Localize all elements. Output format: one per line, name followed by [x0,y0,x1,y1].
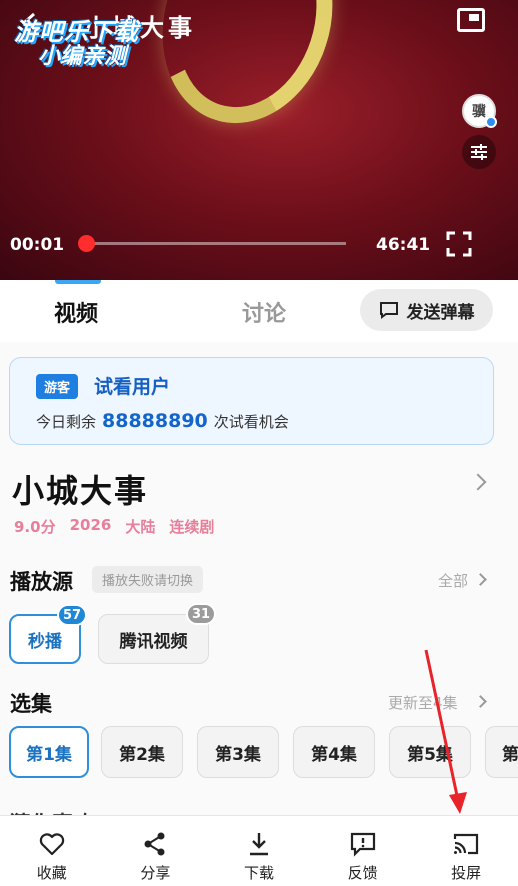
share-icon [144,832,165,856]
share-label: 分享 [140,864,171,882]
source-count-badge: 31 [186,603,216,625]
show-year: 2026 [69,516,112,534]
share-button[interactable]: 分享 [104,816,208,886]
tab-video[interactable]: 视频 [54,296,98,328]
video-player[interactable]: 小城大事 游吧乐下载 小编亲测 骥 00:01 46:41 [0,0,518,280]
episode-section-title: 选集 [10,692,52,716]
feedback-icon [350,832,375,857]
feedback-button[interactable]: 反馈 [311,816,415,886]
settings-sliders-icon[interactable] [462,135,496,169]
episode-button[interactable]: 第1集 [9,726,89,778]
source-option-tencent[interactable]: 腾讯视频 31 [98,603,216,664]
episode-button[interactable]: 第 [485,726,518,778]
cast-label: 投屏 [451,864,482,882]
source-option-miaobo[interactable]: 秒播 57 [9,604,87,664]
tab-discuss[interactable]: 讨论 [242,296,286,328]
detail-content: 游客 试看用户 今日剩余 88888890 次试看机会 小城大事 9.0分 20… [0,342,518,836]
guest-tag: 游客 [36,374,79,399]
fullscreen-icon[interactable] [446,231,472,257]
trial-remaining: 今日剩余 88888890 次试看机会 [36,410,289,432]
watermark-line2: 小编亲测 [38,44,127,69]
heart-icon [39,833,64,856]
favorite-label: 收藏 [36,864,67,882]
show-rating: 9.0分 [14,518,56,536]
show-type: 连续剧 [169,518,215,536]
progress-thumb[interactable] [78,235,95,252]
source-hint: 播放失败请切换 [92,566,204,593]
trial-title: 试看用户 [94,376,171,398]
trial-suffix: 次试看机会 [213,413,289,431]
trial-count: 88888890 [102,410,208,432]
episode-chevron-icon [474,695,487,708]
episode-button[interactable]: 第2集 [101,726,183,778]
source-all-chevron-icon [474,573,487,586]
source-all-link[interactable]: 全部 [438,570,468,591]
bottom-action-bar: 收藏 分享 下载 反馈 投屏 [0,815,518,886]
episode-button[interactable]: 第5集 [389,726,471,778]
send-danmaku-button[interactable]: 发送弹幕 [360,289,493,331]
favorite-button[interactable]: 收藏 [0,816,104,886]
source-label: 秒播 [28,631,62,652]
show-region: 大陆 [125,518,156,536]
show-title: 小城大事 [12,472,149,510]
tab-indicator [55,280,101,284]
episode-button[interactable]: 第4集 [293,726,375,778]
cast-button[interactable]: 投屏 [414,816,518,886]
avatar-text: 骥 [472,104,486,120]
episode-button[interactable]: 第3集 [197,726,279,778]
download-button[interactable]: 下载 [207,816,311,886]
send-danmaku-label: 发送弹幕 [406,302,475,323]
source-section-title: 播放源 [10,570,73,594]
episode-update-link[interactable]: 更新至4集 [388,692,458,713]
show-meta: 9.0分 2026 大陆 连续剧 [14,516,214,537]
picture-in-picture-icon[interactable] [457,8,485,32]
avatar[interactable]: 骥 [462,94,497,128]
source-label: 腾讯视频 [119,631,188,652]
cast-icon [454,833,479,855]
download-label: 下载 [243,864,274,882]
show-detail-chevron-icon[interactable] [469,473,487,491]
verified-badge-icon [485,116,497,128]
current-time: 00:01 [10,235,65,255]
comment-icon [379,302,398,319]
source-count-badge: 57 [57,604,87,626]
trial-card: 游客 试看用户 今日剩余 88888890 次试看机会 [9,357,494,445]
trial-prefix: 今日剩余 [36,413,97,431]
download-icon [249,833,268,856]
content-tabs: 视频 讨论 发送弹幕 [0,280,518,342]
feedback-label: 反馈 [347,864,378,882]
progress-track[interactable] [82,242,346,245]
total-time: 46:41 [376,235,431,255]
